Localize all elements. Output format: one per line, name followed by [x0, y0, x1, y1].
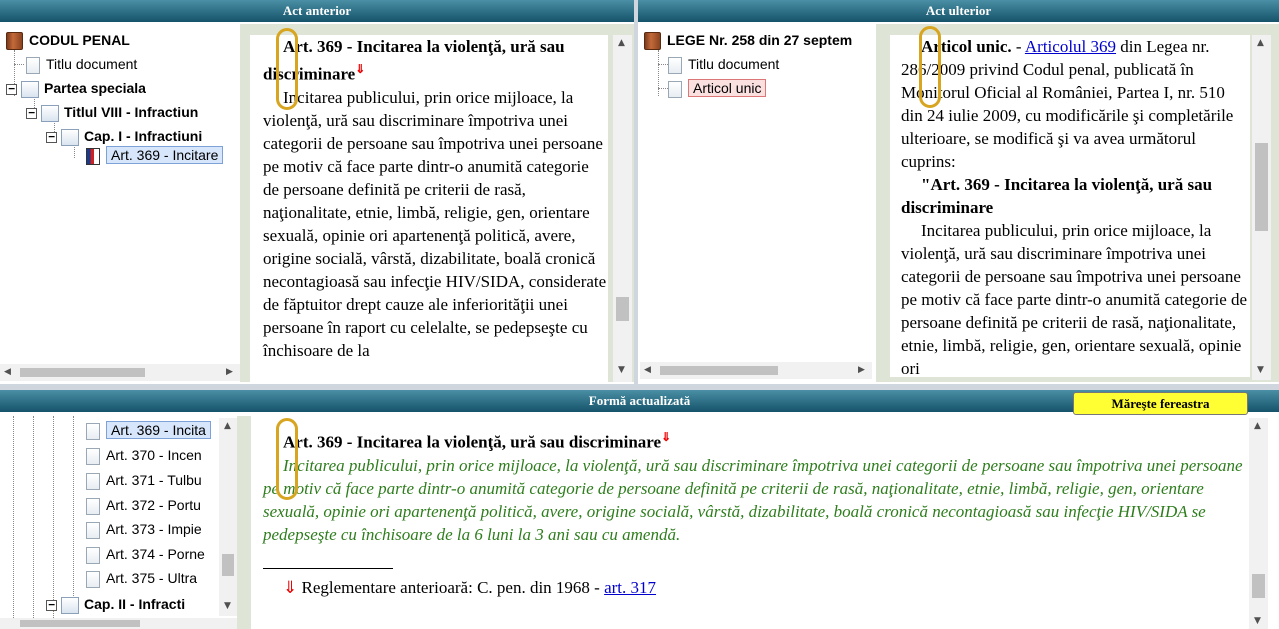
arrow-down-icon[interactable]: ⇓: [661, 430, 671, 444]
tree-node-titlu-document[interactable]: Titlu document: [26, 54, 137, 74]
document-icon: [86, 521, 100, 539]
document-icon: [86, 447, 100, 465]
tree-label: LEGE Nr. 258 din 27 septem: [667, 32, 853, 48]
tree-label: Cap. II - Infracti: [84, 596, 186, 612]
tree-horizontal-scrollbar[interactable]: ◀ ▶: [640, 362, 872, 379]
act-anterior-header: Act anterior: [0, 0, 634, 22]
act-ulterior-header: Act ulterior: [638, 0, 1279, 22]
tree-node-articol-unic[interactable]: Articol unic: [668, 78, 767, 98]
tree-label: Titlu document: [46, 56, 138, 72]
arrow-down-icon[interactable]: ⇓: [283, 578, 297, 597]
art-317-link[interactable]: art. 317: [604, 578, 656, 597]
act-anterior-tree: CODUL PENAL Titlu document − Partea speci…: [0, 24, 240, 364]
tree-node-art-370[interactable]: Art. 370 - Incen: [86, 445, 202, 465]
document-icon: [668, 80, 682, 98]
footnote-separator: [263, 567, 393, 576]
forma-actualizata-tree: Art. 369 - Incita Art. 370 - Incen Art. …: [0, 416, 218, 618]
act-ulterior-text: Articol unic. - Articolul 369 din Legea …: [890, 35, 1250, 377]
tree-node-cap-i[interactable]: − Cap. I - Infractiuni: [46, 126, 202, 146]
tree-label: CODUL PENAL: [29, 32, 130, 48]
tree-label: Art. 375 - Ultra: [106, 570, 198, 586]
paperclip-icon: [919, 26, 941, 108]
document-icon: [668, 56, 682, 74]
article-title: Art. 369 - Incitarea la violenţă, ură sa…: [283, 430, 672, 452]
articolul-369-link[interactable]: Articolul 369: [1025, 37, 1116, 56]
tree-label: Art. 370 - Incen: [106, 447, 202, 463]
document-flag-icon: [86, 147, 100, 165]
collapse-toggle-icon[interactable]: −: [46, 131, 57, 143]
tree-label: Art. 374 - Porne: [106, 546, 205, 562]
tree-node-art-373[interactable]: Art. 373 - Impie: [86, 519, 202, 539]
tree-node-art-371[interactable]: Art. 371 - Tulbu: [86, 470, 202, 490]
document-icon: [86, 570, 100, 588]
bottom-tree-scrollbar[interactable]: ▲ ▼: [219, 418, 237, 616]
pages-icon: [61, 128, 79, 146]
pages-icon: [41, 104, 59, 122]
tree-label: Art. 373 - Impie: [106, 521, 202, 537]
tree-node-titlu-document[interactable]: Titlu document: [668, 54, 779, 74]
document-icon: [26, 56, 40, 74]
article-title: "Art. 369 - Incitarea la violenţă, ură s…: [901, 175, 1213, 217]
tree-label: Art. 369 - Incita: [106, 421, 211, 439]
tree-node-art-369[interactable]: Art. 369 - Incitare: [86, 145, 224, 165]
previous-regulation: ⇓ Reglementare anterioară: C. pen. din 1…: [283, 577, 657, 597]
act-anterior-text: Art. 369 - Incitarea la violenţă, ură sa…: [250, 35, 608, 382]
collapse-toggle-icon[interactable]: −: [26, 107, 37, 119]
tree-node-titlul-viii[interactable]: − Titlul VIII - Infractiun: [26, 102, 198, 122]
collapse-toggle-icon[interactable]: −: [46, 599, 57, 611]
tree-label: Art. 369 - Incitare: [106, 146, 224, 164]
tree-node-cap-ii[interactable]: − Cap. II - Infracti: [46, 594, 185, 614]
tree-node-art-369[interactable]: Art. 369 - Incita: [86, 420, 211, 440]
tree-node-art-374[interactable]: Art. 374 - Porne: [86, 544, 205, 564]
document-icon: [86, 546, 100, 564]
tree-label: Titlul VIII - Infractiun: [64, 104, 199, 120]
book-icon: [644, 32, 661, 51]
bottom-tree-horizontal-scrollbar[interactable]: [0, 618, 237, 629]
collapse-toggle-icon[interactable]: −: [6, 83, 17, 95]
tree-label: Articol unic: [688, 79, 767, 97]
book-icon: [6, 32, 23, 51]
article-body: Incitarea publicului, prin orice mijloac…: [263, 87, 607, 360]
tree-node-art-372[interactable]: Art. 372 - Portu: [86, 495, 201, 515]
maximize-window-button[interactable]: Măreşte fereastra: [1073, 392, 1248, 415]
tree-label: Art. 372 - Portu: [106, 497, 201, 513]
tree-label: Partea speciala: [44, 80, 146, 96]
document-icon: [86, 422, 100, 440]
forma-actualizata-text: Art. 369 - Incitarea la violenţă, ură sa…: [251, 426, 1247, 626]
tree-node-art-375[interactable]: Art. 375 - Ultra: [86, 568, 197, 588]
tree-node-lege-258[interactable]: LEGE Nr. 258 din 27 septem: [644, 30, 853, 51]
article-body: Incitarea publicului, prin orice mijloac…: [263, 455, 1243, 544]
document-icon: [86, 497, 100, 515]
pages-icon: [21, 80, 39, 98]
article-body: Incitarea publicului, prin orice mijloac…: [901, 221, 1248, 377]
forma-actualizata-scrollbar[interactable]: ▲ ▼: [1249, 418, 1268, 629]
act-ulterior-scrollbar[interactable]: ▲ ▼: [1252, 35, 1271, 380]
act-anterior-scrollbar[interactable]: ▲ ▼: [613, 35, 632, 382]
articol-unic-paragraph: Articol unic. - Articolul 369 din Legea …: [901, 37, 1234, 171]
tree-label: Art. 371 - Tulbu: [106, 472, 202, 488]
document-icon: [86, 472, 100, 490]
tree-label: Cap. I - Infractiuni: [84, 128, 203, 144]
paperclip-icon: [276, 418, 298, 500]
article-title: Art. 369 - Incitarea la violenţă, ură sa…: [263, 37, 565, 84]
act-ulterior-tree: LEGE Nr. 258 din 27 septem Titlu documen…: [638, 24, 876, 360]
arrow-down-icon[interactable]: ⇓: [355, 62, 365, 76]
tree-node-codul-penal[interactable]: CODUL PENAL: [6, 30, 130, 51]
paperclip-icon: [276, 28, 298, 110]
tree-horizontal-scrollbar[interactable]: ◀ ▶: [0, 364, 240, 381]
tree-label: Titlu document: [688, 56, 780, 72]
tree-node-partea-speciala[interactable]: − Partea speciala: [6, 78, 146, 98]
pages-icon: [61, 596, 79, 614]
